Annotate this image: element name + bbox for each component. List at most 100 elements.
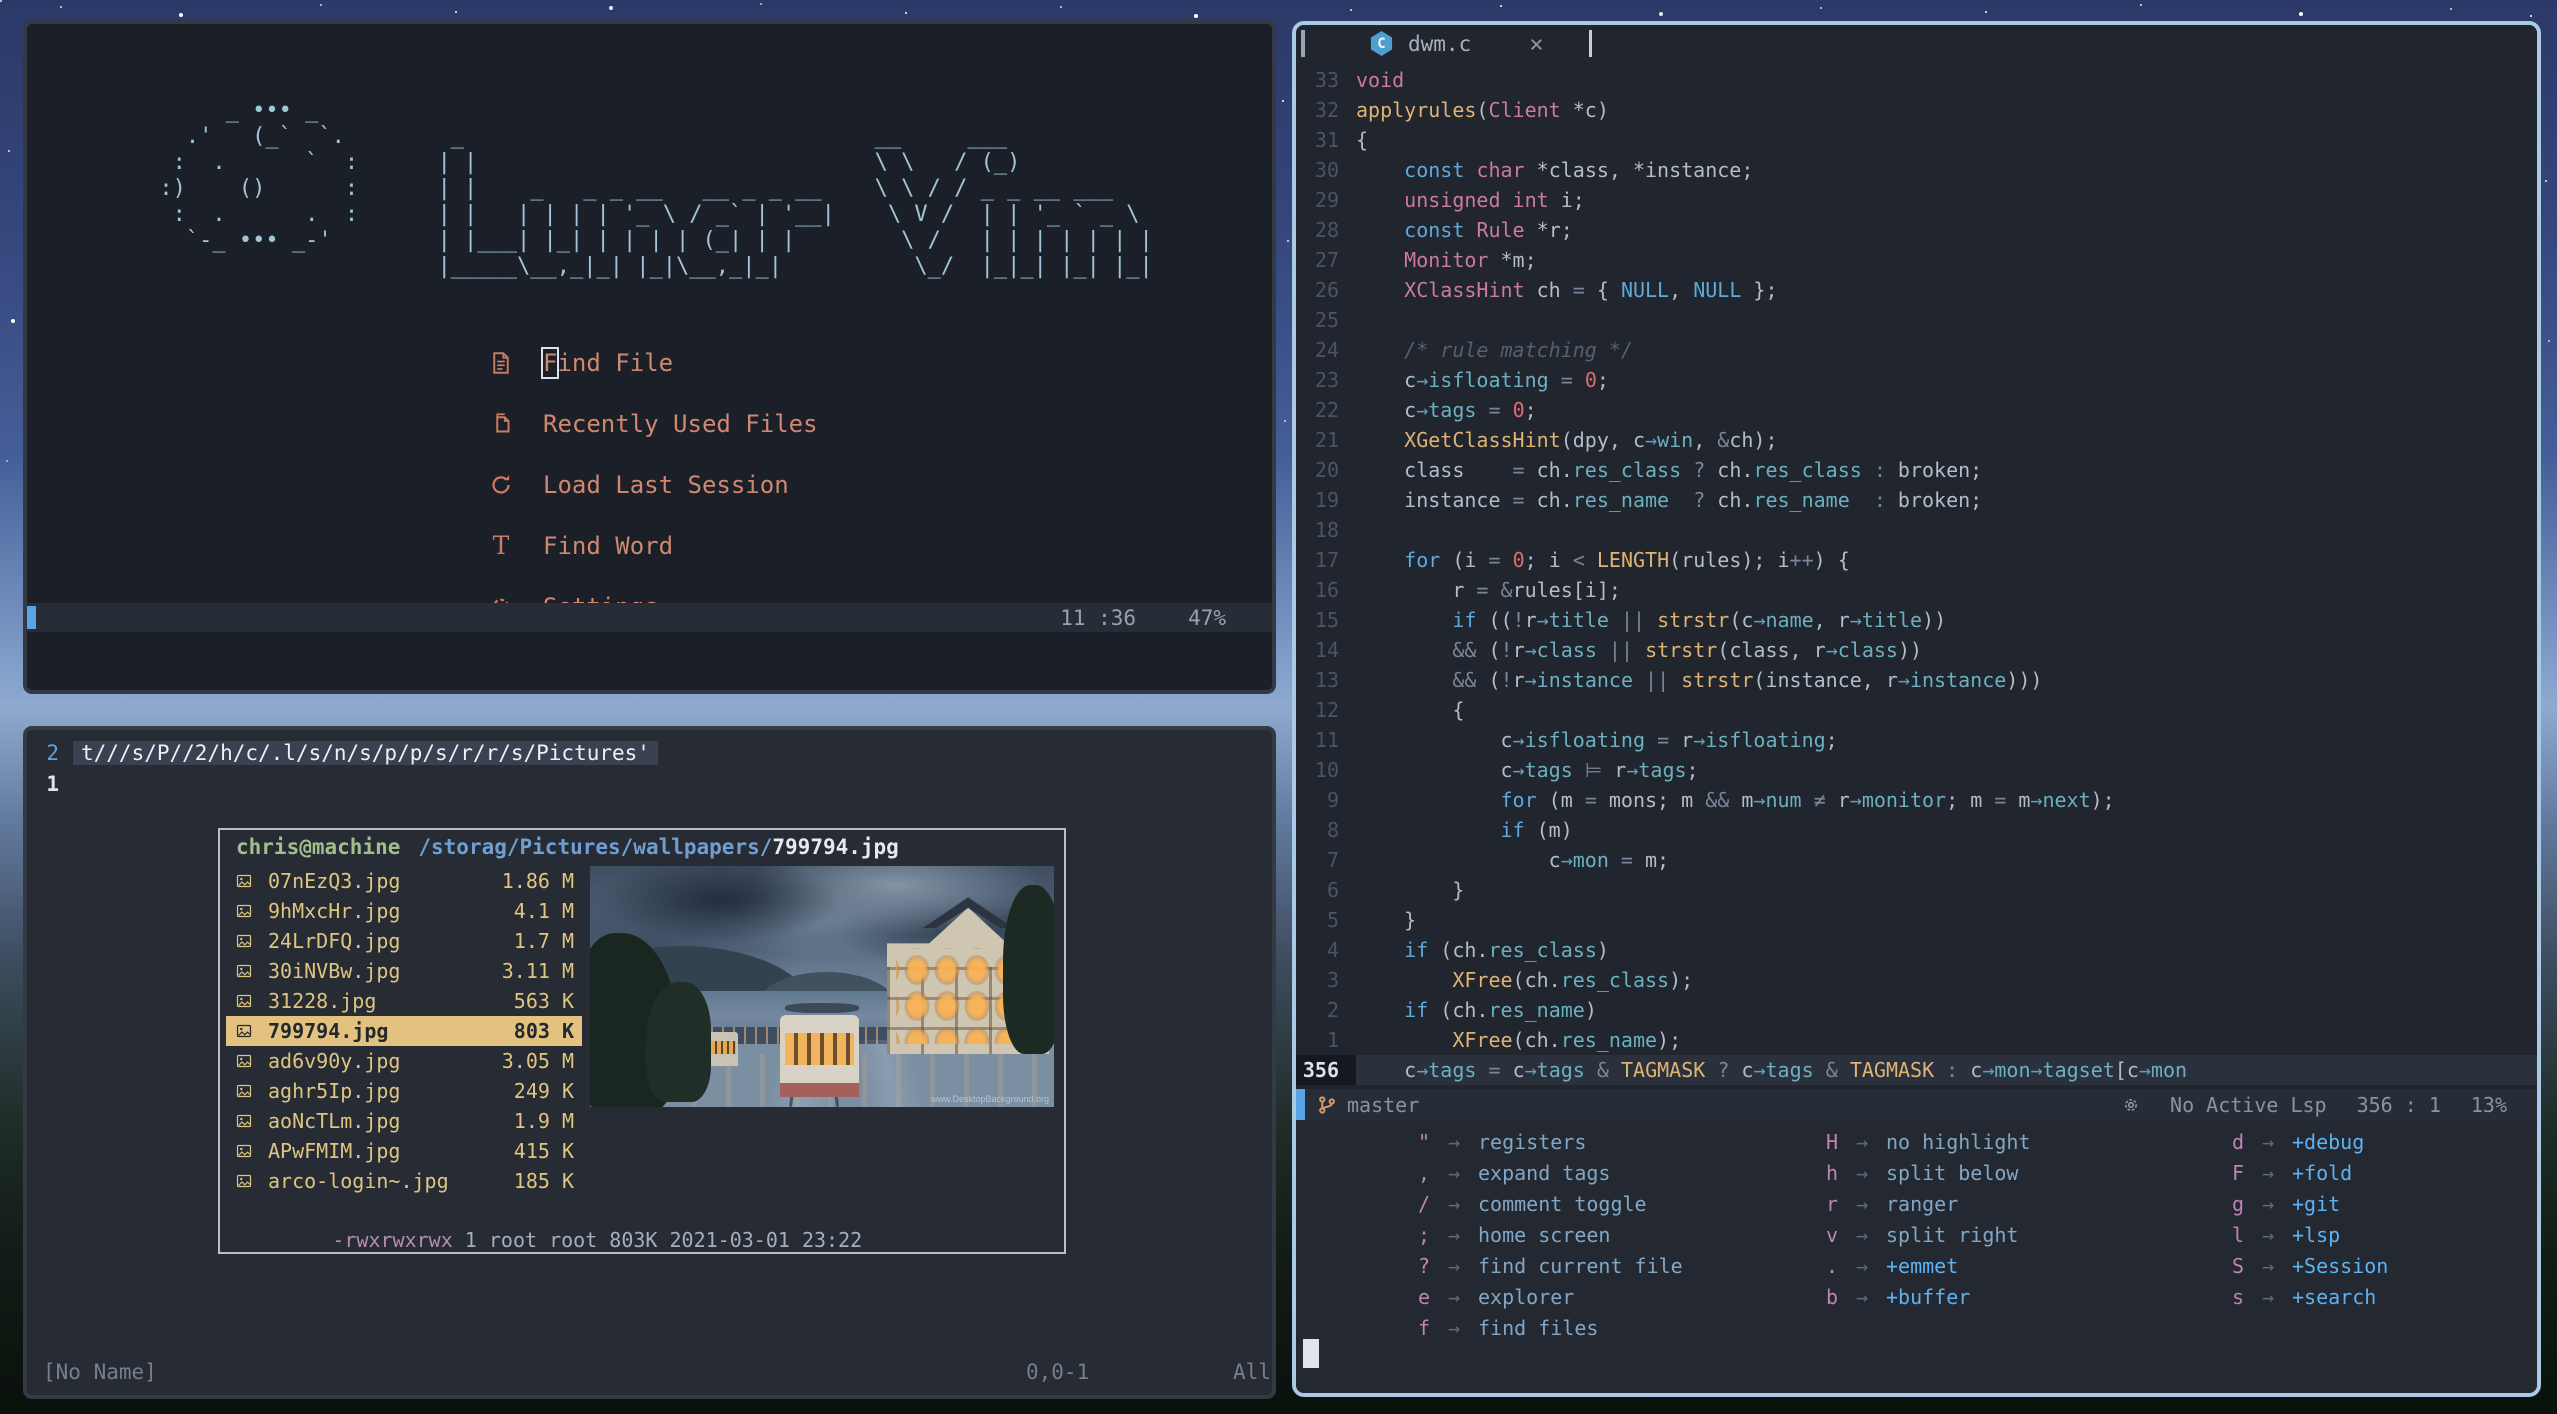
line-number: 31 [1314, 128, 1339, 152]
line-number: 1 [46, 772, 59, 796]
code-area[interactable]: 33 void 32 applyrules(Client *c) 31{30 const… [1296, 65, 2537, 1085]
line-number: 7 [1326, 848, 1339, 872]
image-file-icon [236, 1083, 256, 1099]
line-number: 25 [1314, 308, 1339, 332]
code-line: 12 { [1296, 695, 2537, 725]
whichkey-key: d [2231, 1129, 2244, 1154]
code-line: 10 c→tags ⊨ r→tags; [1296, 755, 2537, 785]
arrow-icon: → [1447, 1222, 1461, 1247]
file-row[interactable]: 799794.jpg 803 K [226, 1016, 582, 1046]
arrow-icon: → [2261, 1160, 2275, 1185]
code-line: 26 XClassHint ch = { NULL, NULL }; [1296, 275, 2537, 305]
file-size: 249 K [513, 1079, 574, 1103]
preview-trees-right [1002, 885, 1054, 1054]
code-line: 28 const Rule *r; [1296, 215, 2537, 245]
whichkey-binding: h → split below [1762, 1157, 2031, 1188]
file-row[interactable]: 30iNVBw.jpg 3.11 M [226, 956, 582, 986]
lsp-status: No Active Lsp [2170, 1092, 2327, 1117]
close-icon[interactable]: × [1529, 30, 1543, 58]
whichkey-key: b [1825, 1284, 1838, 1309]
code-line: 25 [1296, 305, 2537, 335]
file-row[interactable]: 31228.jpg 563 K [226, 986, 582, 1016]
code-line: 19 instance = ch.res_name ? ch.res_name … [1296, 485, 2537, 515]
dashboard-statusline: 11 :36 47% [27, 603, 1272, 632]
whichkey-key: r [1825, 1191, 1838, 1216]
whichkey-binding: g → +git [2168, 1188, 2388, 1219]
whichkey-column: H → no highlight h → split below r → ranger v → spl… [1762, 1126, 2031, 1312]
whichkey-key: f [1417, 1315, 1430, 1340]
cursor-position: 356 : 1 [2356, 1092, 2441, 1117]
line-number: 22 [1314, 398, 1339, 422]
file-name: 799794.jpg [268, 1019, 389, 1043]
arrow-icon: → [1447, 1129, 1461, 1154]
file-name: 9hMxcHr.jpg [268, 899, 401, 923]
line-number: 3 [1326, 968, 1339, 992]
arrow-icon: → [1447, 1191, 1461, 1216]
image-file-icon [236, 1053, 256, 1069]
lunarvim-dashboard-window[interactable]: _ ••• _ .' (_` `. _ __ ___ : . ` : | | \… [23, 20, 1276, 694]
line-number: 26 [1314, 278, 1339, 302]
code-line: 2 if (ch.res_name) [1296, 995, 2537, 1025]
file-size: 1.9 M [513, 1109, 574, 1133]
code-line: 17 for (i = 0; i < LENGTH(rules); i++) { [1296, 545, 2537, 575]
editor-window[interactable]: C dwm.c × 33 void 32 applyrules(Client *c) 3… [1292, 21, 2541, 1397]
code-line: 22 c→tags = 0; [1296, 395, 2537, 425]
letter-t-icon: T [492, 531, 510, 560]
file-row[interactable]: 9hMxcHr.jpg 4.1 M [226, 896, 582, 926]
whichkey-label: +search [2292, 1284, 2377, 1309]
line-number: 24 [1314, 338, 1339, 362]
preview-trees-left [645, 981, 711, 1103]
starfield-background [0, 0, 2, 2]
line-number: 8 [1326, 818, 1339, 842]
menu-label: Load Last Session [543, 470, 789, 499]
line-number: 17 [1314, 548, 1339, 572]
code-line: 3 XFree(ch.res_class); [1296, 965, 2537, 995]
line-number: 4 [1326, 938, 1339, 962]
file-row[interactable]: 07nEzQ3.jpg 1.86 M [226, 866, 582, 896]
arrow-icon: → [1855, 1284, 1869, 1309]
file-row[interactable]: APwFMIM.jpg 415 K [226, 1136, 582, 1166]
battery-text: 47% [1188, 605, 1226, 630]
statusline-accent [27, 606, 36, 629]
permission-bits: -rwxrwxrwx [332, 1228, 453, 1252]
line-number: 20 [1314, 458, 1339, 482]
line-number: 14 [1314, 638, 1339, 662]
code-line: 16 r = &rules[i]; [1296, 575, 2537, 605]
file-list: 07nEzQ3.jpg 1.86 M 9hMxcHr.jpg 4.1 M 24LrDFQ… [226, 866, 582, 1196]
whichkey-key: l [2231, 1222, 2244, 1247]
terminal-preview-window[interactable]: 2 t///s/P//2/h/c/.l/s/n/s/p/p/s/r/r/s/Pi… [23, 726, 1276, 1399]
whichkey-label: ranger [1886, 1191, 1959, 1216]
preview-cable-car [780, 1015, 860, 1098]
whichkey-binding: / → comment toggle [1354, 1188, 1683, 1219]
line-number: 15 [1314, 608, 1339, 632]
file-row[interactable]: arco-login~.jpg 185 K [226, 1166, 582, 1196]
preview-small-tram [708, 1032, 739, 1067]
whichkey-binding: H → no highlight [1762, 1126, 2031, 1157]
whichkey-binding: d → +debug [2168, 1126, 2388, 1157]
line-number: 32 [1314, 98, 1339, 122]
whichkey-label: find current file [1478, 1253, 1683, 1278]
dashboard-menu-recent-files[interactable]: Recently Used Files [485, 393, 1272, 454]
whichkey-key: / [1417, 1191, 1430, 1216]
whichkey-panel: " → registers, → expand tags / → comment toggle… [1296, 1120, 2537, 1393]
buffer-line-2: 2 t///s/P//2/h/c/.l/s/n/s/p/p/s/r/r/s/Pi… [27, 738, 1272, 769]
preview-island [784, 1003, 860, 1013]
line-number: 30 [1314, 158, 1339, 182]
whichkey-key: s [2231, 1284, 2244, 1309]
preview-watermark: www.DesktopBackground.org [930, 1094, 1049, 1104]
code-line: 1 XFree(ch.res_name); [1296, 1025, 2537, 1055]
file-size: 415 K [513, 1139, 574, 1163]
terminal-statusline: [No Name] 0,0-1 All [27, 1360, 1272, 1390]
whichkey-binding: " → registers [1354, 1126, 1683, 1157]
file-row[interactable]: aghr5Ip.jpg 249 K [226, 1076, 582, 1106]
git-branch-name[interactable]: master [1347, 1093, 1419, 1117]
file-row[interactable]: 24LrDFQ.jpg 1.7 M [226, 926, 582, 956]
file-row[interactable]: aoNcTLm.jpg 1.9 M [226, 1106, 582, 1136]
dashboard-menu-find-file[interactable]: Find File [485, 332, 1272, 393]
line-number: 2 [46, 741, 59, 765]
file-row[interactable]: ad6v90y.jpg 3.05 M [226, 1046, 582, 1076]
dashboard-menu-last-session[interactable]: Load Last Session [485, 454, 1272, 515]
whichkey-binding: F → +fold [2168, 1157, 2388, 1188]
dashboard-menu-find-word[interactable]: T Find Word [485, 515, 1272, 576]
tab-dwm-c[interactable]: dwm.c [1408, 32, 1471, 56]
